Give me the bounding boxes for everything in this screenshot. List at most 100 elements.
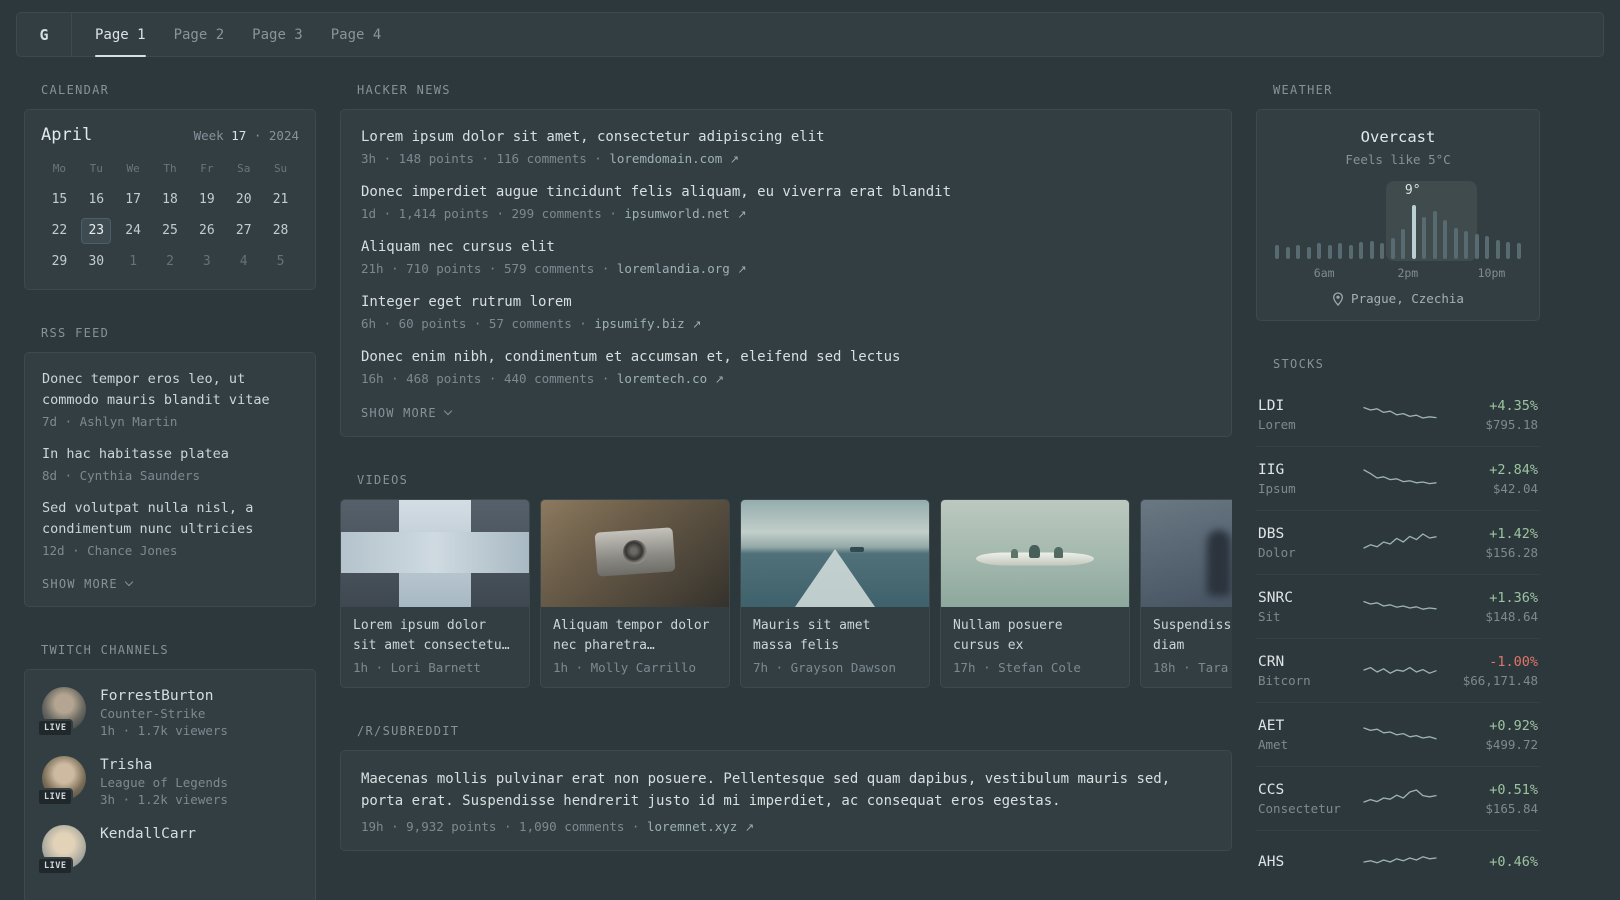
section-title-calendar: CALENDAR [41, 83, 110, 97]
weather-condition: Overcast [1360, 128, 1436, 146]
hacker-news-card: Lorem ipsum dolor sit amet, consectetur … [340, 109, 1232, 437]
calendar-day-next-month: 5 [276, 254, 285, 269]
stock-row[interactable]: AET Amet +0.92% $499.72 [1256, 703, 1540, 767]
stock-sparkline-chart [1362, 530, 1438, 556]
stocks-widget: STOCKS LDI Lorem +4.35% $795.18 IIG Ipsu… [1256, 357, 1540, 895]
stock-row[interactable]: DBS Dolor +1.42% $156.28 [1256, 511, 1540, 575]
hn-domain-link[interactable]: ipsumworld.net ↗ [624, 206, 746, 221]
hn-show-more-button[interactable]: SHOW MORE [361, 406, 453, 420]
stock-row[interactable]: CRN Bitcorn -1.00% $66,171.48 [1256, 639, 1540, 703]
stock-ticker: SNRC [1258, 589, 1293, 606]
temperature-bar [1453, 227, 1458, 259]
stock-row[interactable]: SNRC Sit +1.36% $148.64 [1256, 575, 1540, 639]
rss-show-more-button[interactable]: SHOW MORE [42, 577, 134, 591]
stock-info: AHS [1258, 854, 1362, 873]
tab-page-2[interactable]: Page 2 [174, 13, 225, 56]
hn-domain-link[interactable]: loremtech.co ↗ [617, 371, 724, 386]
temperature-bar [1422, 216, 1427, 259]
weekday-label: Th [163, 162, 177, 175]
rss-item-title[interactable]: Sed volutpat nulla nisl, a condimentum n… [42, 498, 298, 540]
stock-price: $148.64 [1485, 608, 1538, 624]
temperature-bar [1275, 244, 1279, 259]
video-thumbnail [741, 500, 929, 607]
calendar-year: 2024 [268, 128, 299, 143]
video-card[interactable]: Lorem ipsum dolor sit amet consectetu… 1… [340, 499, 530, 688]
stock-change: +1.42% [1489, 525, 1538, 542]
live-badge: LIVE [37, 856, 74, 875]
chevron-down-icon [124, 577, 134, 586]
rss-item-meta: 8d · Cynthia Saunders [42, 467, 201, 483]
weekday-label: Su [273, 162, 288, 175]
subreddit-post-title[interactable]: Maecenas mollis pulvinar erat non posuer… [361, 768, 1211, 813]
hn-domain-link[interactable]: loremdomain.com ↗ [609, 151, 739, 166]
channel-game: League of Legends [100, 774, 228, 790]
calendar-day: 22 [51, 223, 68, 238]
right-column: WEATHER Overcast Feels like 5°C 9° 6am 2… [1256, 83, 1540, 900]
temperature-bar [1390, 238, 1395, 259]
video-card[interactable]: Suspendisse diam 18h · Tara [1140, 499, 1232, 688]
week-word: Week [193, 128, 224, 143]
stock-row[interactable]: AHS +0.46% [1256, 831, 1540, 895]
stock-row[interactable]: LDI Lorem +4.35% $795.18 [1256, 383, 1540, 447]
subreddit-widget: /R/SUBREDDIT Maecenas mollis pulvinar er… [340, 724, 1232, 851]
calendar-month: April [41, 125, 93, 145]
time-axis: 6am 2pm 10pm [1275, 266, 1521, 281]
twitch-channel[interactable]: LIVE KendallCarr [37, 824, 298, 875]
live-badge: LIVE [37, 787, 74, 806]
video-title: Aliquam tempor dolor nec pharetra… [553, 618, 710, 654]
stock-ticker: IIG [1258, 461, 1285, 478]
stock-change: +0.51% [1489, 781, 1538, 798]
hn-story-title[interactable]: Integer eget rutrum lorem [361, 292, 1211, 313]
weather-feels-like: Feels like 5°C [1345, 152, 1451, 167]
rss-item-title[interactable]: In hac habitasse platea [42, 444, 298, 465]
hn-story-title[interactable]: Lorem ipsum dolor sit amet, consectetur … [361, 127, 1211, 148]
video-card[interactable]: Mauris sit amet massa felis 7h · Grayson… [740, 499, 930, 688]
channel-name: Trisha [100, 756, 153, 773]
calendar-day: 25 [162, 223, 178, 238]
hn-story-title[interactable]: Donec imperdiet augue tincidunt felis al… [361, 182, 1211, 203]
stock-row[interactable]: CCS Consectetur +0.51% $165.84 [1256, 767, 1540, 831]
hn-item: Aliquam nec cursus elit 21h · 710 points… [361, 237, 1211, 276]
tab-page-3[interactable]: Page 3 [252, 13, 303, 56]
hn-story-title[interactable]: Donec enim nibh, condimentum et accumsan… [361, 347, 1211, 368]
video-card[interactable]: Nullam posuere cursus ex 17h · Stefan Co… [940, 499, 1130, 688]
temperature-bar [1474, 234, 1479, 259]
live-badge: LIVE [37, 718, 74, 737]
hn-story-meta: 16h · 468 points · 440 comments · loremt… [361, 371, 1211, 386]
channel-viewers: 3h · 1.2k viewers [100, 791, 228, 807]
hn-item: Integer eget rutrum lorem 6h · 60 points… [361, 292, 1211, 331]
subreddit-post-meta: 19h · 9,932 points · 1,090 comments · lo… [361, 819, 1211, 834]
stock-info: DBS Dolor [1258, 526, 1362, 560]
subreddit-card: Maecenas mollis pulvinar erat non posuer… [340, 750, 1232, 851]
rss-item-meta: 7d · Ashlyn Martin [42, 413, 178, 429]
rss-item-title[interactable]: Donec tempor eros leo, ut commodo mauris… [42, 369, 298, 411]
app-logo[interactable]: G [17, 13, 72, 56]
section-title-subreddit: /R/SUBREDDIT [357, 724, 460, 738]
tab-page-4[interactable]: Page 4 [331, 13, 382, 56]
subreddit-domain-link[interactable]: loremnet.xyz ↗ [647, 819, 754, 834]
hn-story-title[interactable]: Aliquam nec cursus elit [361, 237, 1211, 258]
stock-values: -1.00% $66,171.48 [1438, 654, 1538, 688]
video-thumbnail [541, 500, 729, 607]
stock-change: +4.35% [1489, 397, 1538, 414]
calendar-widget: CALENDAR April Week 17 · 2024 Mo Tu We T… [24, 83, 316, 290]
weather-card: Overcast Feels like 5°C 9° 6am 2pm 10pm … [1256, 109, 1540, 321]
hn-item: Donec imperdiet augue tincidunt felis al… [361, 182, 1211, 221]
stock-ticker: AET [1258, 717, 1285, 734]
stock-ticker: AHS [1258, 853, 1285, 870]
weekday-label: We [126, 162, 140, 175]
stock-price: $499.72 [1485, 736, 1538, 752]
hn-domain-link[interactable]: loremlandia.org ↗ [617, 261, 747, 276]
stock-row[interactable]: IIG Ipsum +2.84% $42.04 [1256, 447, 1540, 511]
stock-info: LDI Lorem [1258, 398, 1362, 432]
stock-name: Bitcorn [1258, 672, 1311, 688]
twitch-channel-info: KendallCarr [100, 825, 196, 844]
video-card[interactable]: Aliquam tempor dolor nec pharetra… 1h · … [540, 499, 730, 688]
hn-domain-link[interactable]: ipsumify.biz ↗ [594, 316, 701, 331]
twitch-channel[interactable]: LIVE Trisha League of Legends 3h · 1.2k … [37, 755, 298, 807]
stock-name: Consectetur [1258, 800, 1341, 816]
tab-page-1[interactable]: Page 1 [95, 13, 146, 57]
time-label: 6am [1313, 266, 1335, 280]
calendar-day: 29 [51, 254, 68, 269]
twitch-channel[interactable]: LIVE ForrestBurton Counter-Strike 1h · 1… [37, 686, 298, 738]
